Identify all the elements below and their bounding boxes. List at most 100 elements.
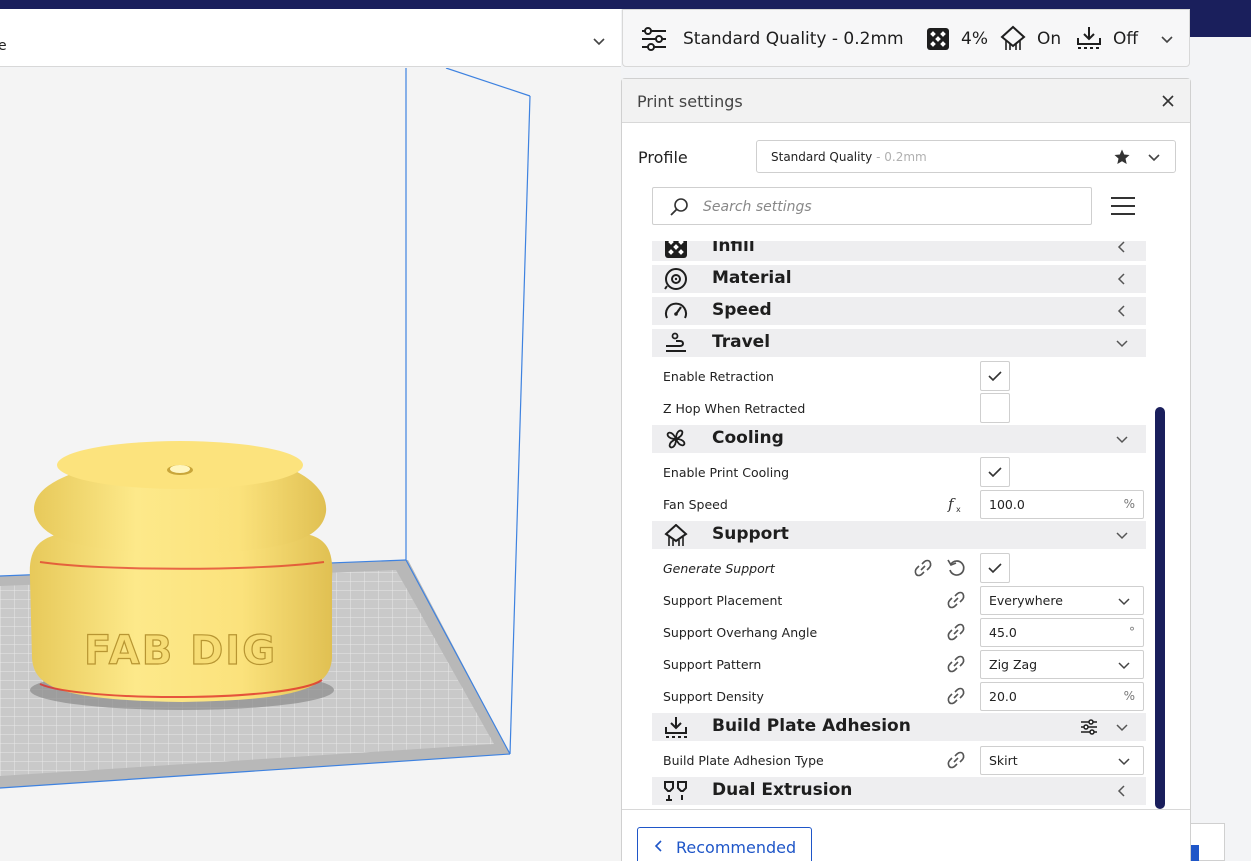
top-header-bar — [0, 0, 1251, 9]
profile-label: Profile — [638, 148, 688, 167]
model-engraving: FAB DIG — [84, 628, 277, 674]
fan-speed-field[interactable]: 100.0 % — [980, 490, 1144, 519]
travel-icon — [666, 332, 686, 352]
support-pattern-dropdown[interactable]: Zig Zag — [980, 650, 1144, 679]
chevron-left-icon — [1117, 241, 1125, 253]
settings-list[interactable]: Infill Material Speed Travel Enable Retr… — [652, 241, 1146, 809]
category-travel[interactable]: Travel — [652, 329, 1146, 357]
link-icon[interactable] — [946, 686, 966, 706]
adhesion-type-dropdown[interactable]: Skirt — [980, 746, 1144, 775]
support-icon — [664, 524, 688, 546]
setting-label: Z Hop When Retracted — [663, 401, 806, 416]
search-box[interactable] — [652, 187, 1092, 225]
setting-label: Support Overhang Angle — [663, 625, 818, 640]
field-value: 100.0 — [989, 497, 1025, 512]
viewport-scene: FAB DIG — [0, 68, 531, 789]
field-value: 20.0 — [989, 689, 1017, 704]
settings-visibility-menu-icon[interactable] — [1110, 193, 1136, 219]
link-icon[interactable] — [946, 622, 966, 642]
recommended-button-label: Recommended — [676, 838, 797, 857]
link-icon[interactable] — [946, 590, 966, 610]
category-cooling[interactable]: Cooling — [652, 425, 1146, 453]
category-label: Cooling — [712, 428, 784, 448]
category-label: Infill — [712, 241, 755, 256]
setting-label: Support Density — [663, 689, 764, 704]
svg-text:f: f — [947, 495, 956, 513]
profile-layer-height: - 0.2mm — [872, 150, 927, 164]
support-density-field[interactable]: 20.0 % — [980, 682, 1144, 711]
setting-enable-retraction: Enable Retraction — [652, 360, 1146, 392]
category-material[interactable]: Material — [652, 265, 1146, 293]
setting-label: Support Pattern — [663, 657, 762, 672]
enable-cooling-checkbox[interactable] — [980, 457, 1010, 487]
adhesion-icon — [665, 717, 687, 738]
checkmark-icon — [988, 563, 1002, 574]
setting-overhang-angle: Support Overhang Angle 45.0 ° — [652, 616, 1146, 648]
chevron-down-icon — [1116, 340, 1128, 348]
field-value: 45.0 — [989, 625, 1017, 640]
function-icon[interactable]: fx — [946, 494, 966, 514]
print-settings-panel: Print settings Profile Standard Quality … — [621, 78, 1191, 861]
field-value: Everywhere — [989, 593, 1063, 608]
setting-fan-speed: Fan Speed fx 100.0 % — [652, 488, 1146, 520]
recommended-button[interactable]: Recommended — [637, 827, 812, 861]
z-hop-checkbox[interactable] — [980, 393, 1010, 423]
field-unit: % — [1123, 497, 1135, 511]
panel-footer: Recommended — [622, 809, 1190, 861]
support-placement-dropdown[interactable]: Everywhere — [980, 586, 1144, 615]
close-icon[interactable] — [1160, 93, 1176, 109]
enable-retraction-checkbox[interactable] — [980, 361, 1010, 391]
link-icon[interactable] — [913, 558, 933, 578]
setting-label: Generate Support — [663, 561, 775, 576]
star-icon[interactable] — [1113, 148, 1131, 166]
category-label: Material — [712, 268, 792, 288]
category-build-plate-adhesion[interactable]: Build Plate Adhesion — [652, 713, 1146, 741]
dual-extrusion-icon — [664, 781, 687, 801]
category-infill[interactable]: Infill — [652, 241, 1146, 261]
setting-support-density: Support Density 20.0 % — [652, 680, 1146, 712]
profile-name: Standard Quality — [771, 150, 873, 164]
field-value: Skirt — [989, 753, 1018, 768]
sliders-icon — [642, 27, 666, 51]
chevron-left-icon — [654, 840, 662, 852]
svg-text:x: x — [956, 505, 961, 514]
slice-button[interactable] — [1191, 845, 1199, 861]
3d-viewport[interactable]: FAB DIG — [0, 68, 621, 861]
setting-support-placement: Support Placement Everywhere — [652, 584, 1146, 616]
category-label: Support — [712, 524, 789, 544]
category-label: Speed — [712, 300, 772, 320]
search-input[interactable] — [703, 197, 1083, 217]
generate-support-checkbox[interactable] — [980, 553, 1010, 583]
link-icon[interactable] — [946, 654, 966, 674]
support-value: On — [1037, 29, 1062, 49]
category-speed[interactable]: Speed — [652, 297, 1146, 325]
reset-icon[interactable] — [946, 558, 966, 578]
profile-selected: Standard Quality - 0.2mm — [771, 150, 927, 164]
print-settings-summary-bar[interactable]: Standard Quality - 0.2mm 4% On Off — [622, 9, 1190, 67]
setting-label: Enable Retraction — [663, 369, 774, 384]
chevron-down-icon[interactable] — [1159, 31, 1175, 47]
setting-label: Fan Speed — [663, 497, 728, 512]
setting-label: Build Plate Adhesion Type — [663, 753, 824, 768]
chevron-left-icon — [1117, 273, 1125, 285]
setting-support-pattern: Support Pattern Zig Zag — [652, 648, 1146, 680]
profile-dropdown[interactable]: Standard Quality - 0.2mm — [756, 140, 1176, 173]
category-dual-extrusion[interactable]: Dual Extrusion — [652, 777, 1146, 805]
setting-enable-cooling: Enable Print Cooling — [652, 456, 1146, 488]
chevron-down-icon — [1118, 598, 1130, 606]
adhesion-value: Off — [1113, 29, 1139, 49]
sliders-icon[interactable] — [1080, 718, 1098, 736]
setting-z-hop: Z Hop When Retracted — [652, 392, 1146, 424]
category-label: Build Plate Adhesion — [712, 716, 911, 736]
category-label: Travel — [712, 332, 771, 352]
header-strip-right — [1190, 9, 1251, 37]
link-icon[interactable] — [946, 750, 966, 770]
fan-icon — [666, 429, 686, 449]
machine-selector[interactable]: e — [0, 9, 621, 67]
chevron-down-icon — [1116, 724, 1128, 732]
machine-name: e — [0, 38, 7, 54]
checkmark-icon — [988, 467, 1002, 478]
overhang-angle-field[interactable]: 45.0 ° — [980, 618, 1144, 647]
settings-scrollbar[interactable] — [1155, 407, 1165, 809]
category-support[interactable]: Support — [652, 521, 1146, 549]
